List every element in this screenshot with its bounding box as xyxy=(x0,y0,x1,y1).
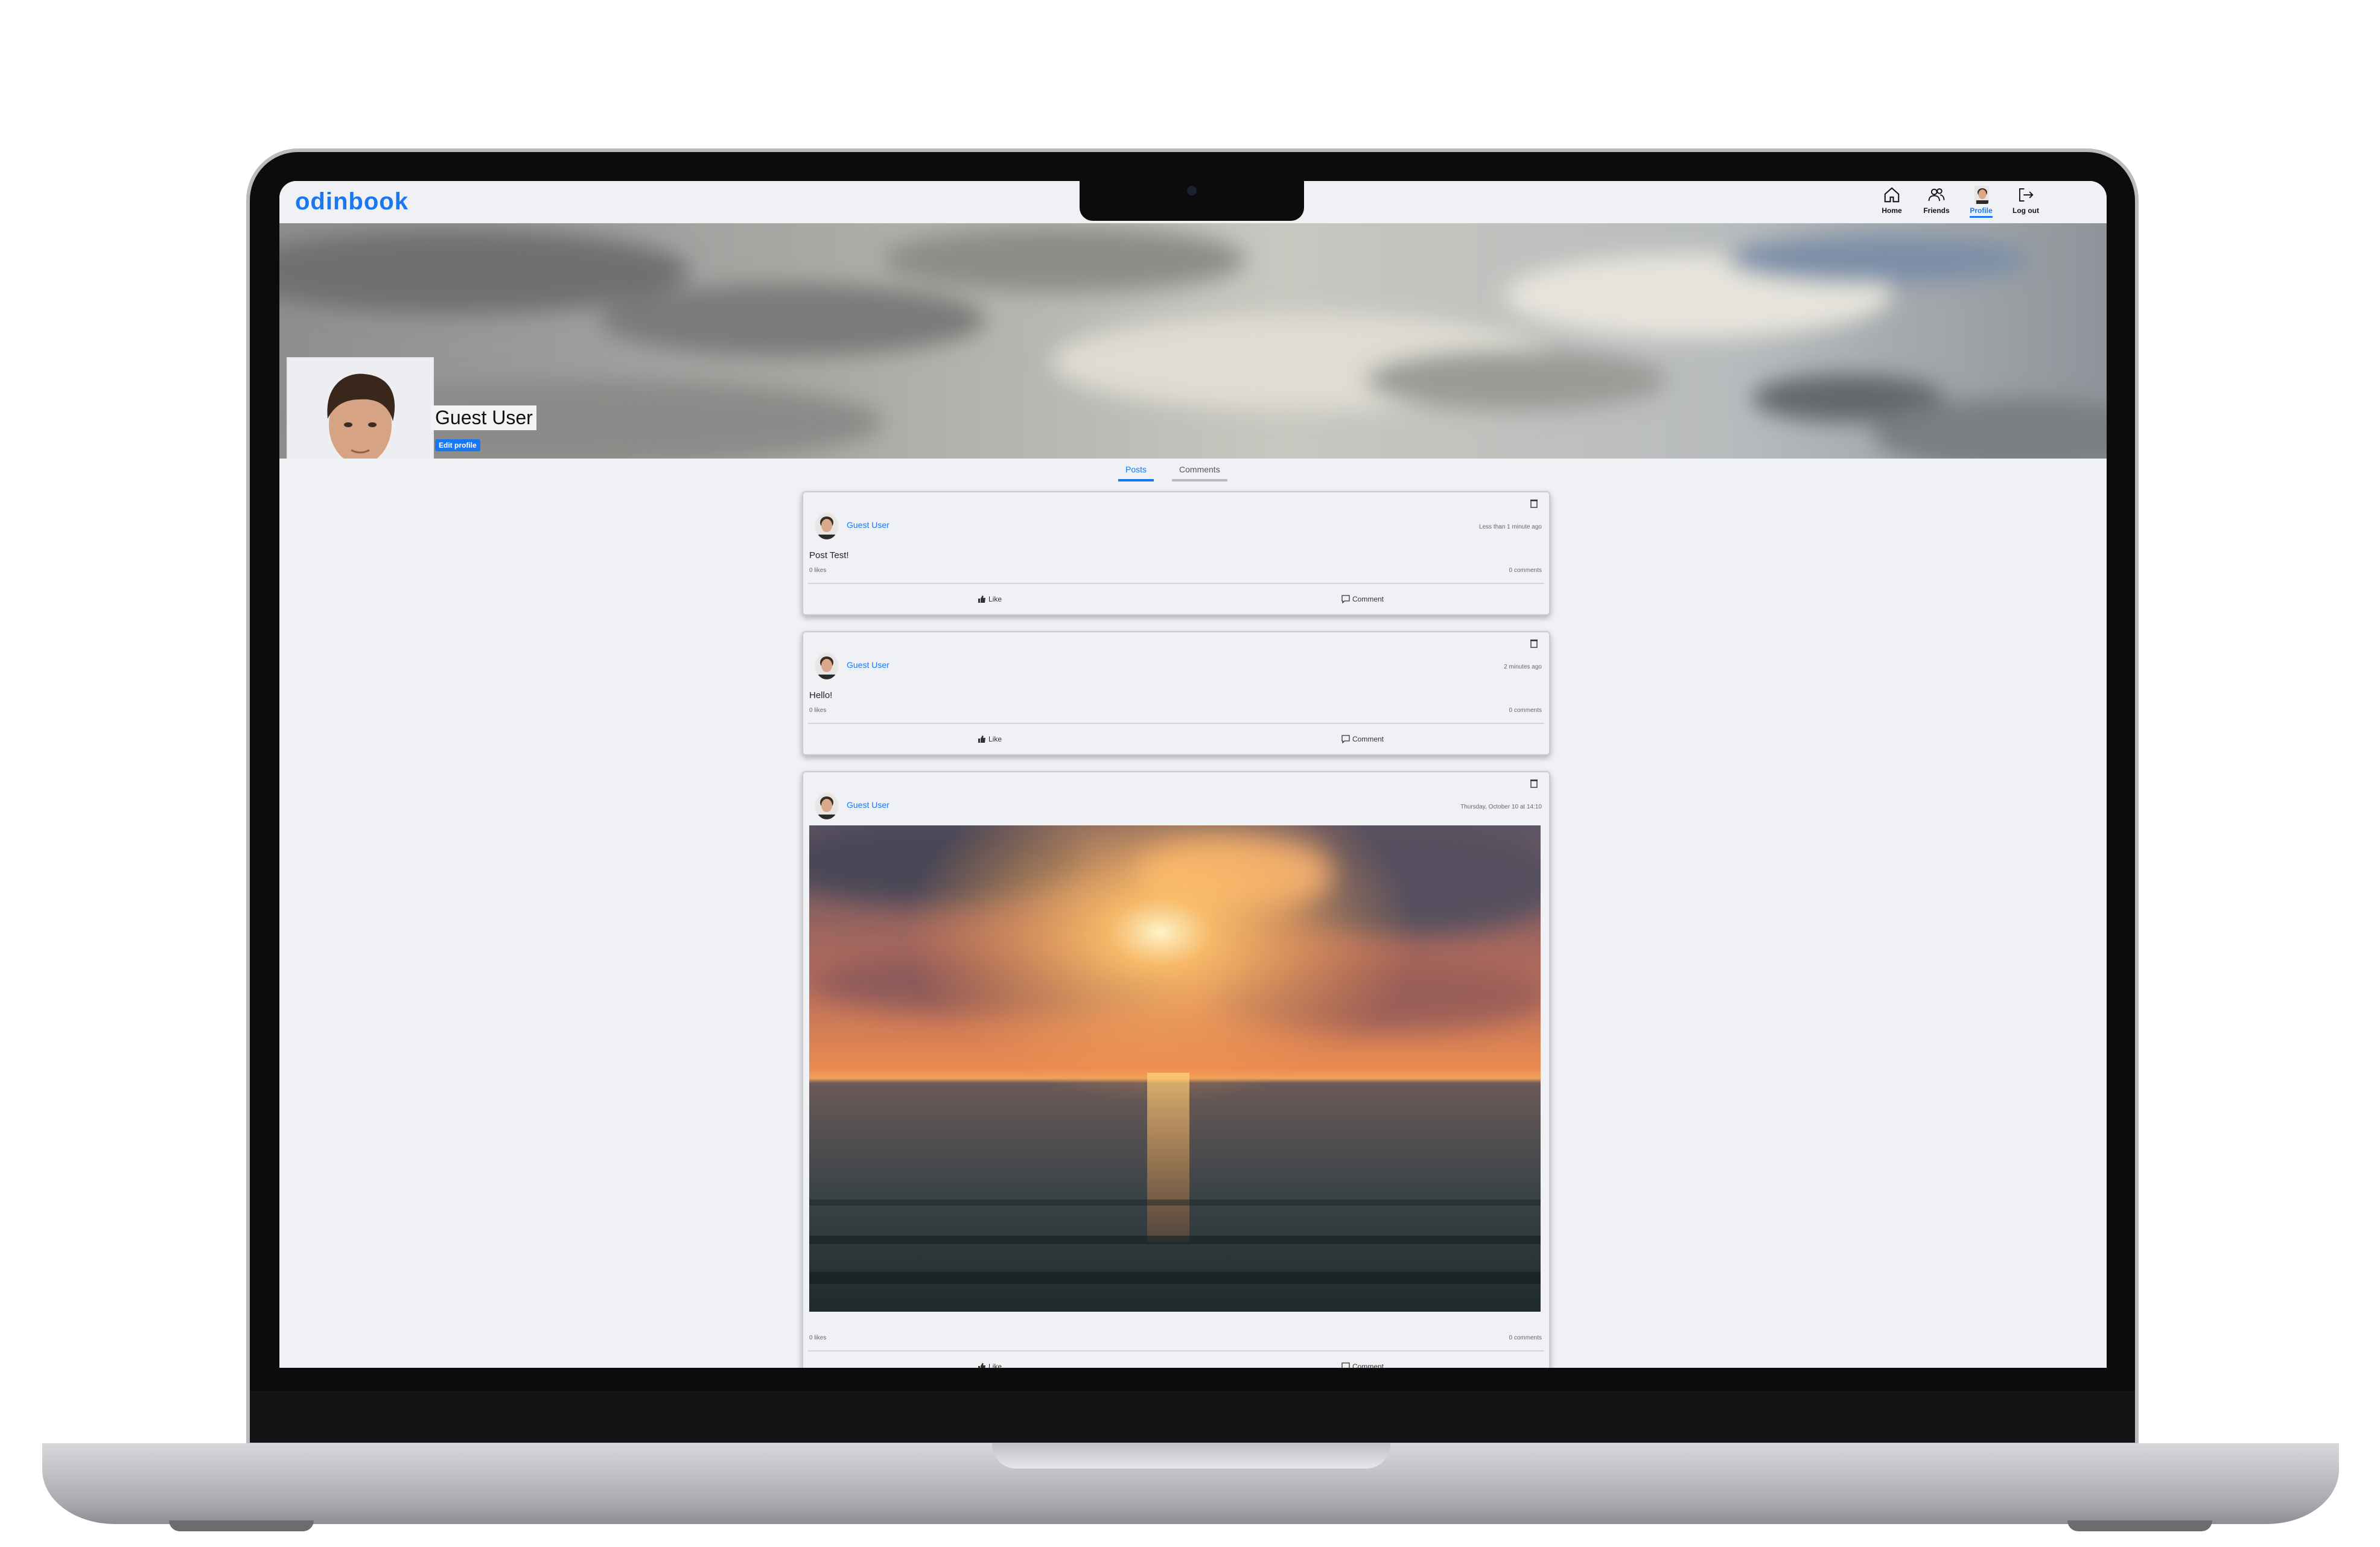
trash-icon[interactable] xyxy=(1530,778,1538,788)
post-comment-count: 0 comments xyxy=(1509,567,1542,574)
trash-icon[interactable] xyxy=(1530,498,1538,508)
comment-label: Comment xyxy=(1352,735,1384,743)
post-divider xyxy=(808,723,1544,724)
post-card: Guest User Less than 1 minute ago Post T… xyxy=(802,491,1550,615)
post-author-avatar[interactable] xyxy=(815,653,838,679)
like-button[interactable]: Like xyxy=(803,735,1176,743)
post-timestamp: Less than 1 minute ago xyxy=(1479,524,1542,530)
profile-name: Guest User xyxy=(431,405,536,430)
like-label: Like xyxy=(988,595,1002,603)
post-divider xyxy=(808,1350,1544,1352)
screen: odinbook Home Friends Profile Log out Gu… xyxy=(279,181,2107,1368)
nav-friends-label: Friends xyxy=(1923,206,1950,215)
like-label: Like xyxy=(988,1362,1002,1368)
profile-tabs: Posts Comments xyxy=(1118,462,1227,481)
post-actions: Like Comment xyxy=(803,595,1549,603)
comment-icon xyxy=(1341,735,1350,743)
nav-profile-label: Profile xyxy=(1970,206,1993,218)
camera-icon xyxy=(1187,186,1197,195)
comment-label: Comment xyxy=(1352,595,1384,603)
nav-home[interactable]: Home xyxy=(1877,186,1906,218)
like-label: Like xyxy=(988,735,1002,743)
post-author-name[interactable]: Guest User xyxy=(847,660,889,670)
laptop-foot-left xyxy=(169,1520,314,1531)
post-timestamp: 2 minutes ago xyxy=(1504,664,1542,670)
comment-icon xyxy=(1341,1362,1350,1368)
comment-label: Comment xyxy=(1352,1362,1384,1368)
nav-items: Home Friends Profile Log out xyxy=(1877,186,2040,218)
post-image[interactable] xyxy=(809,825,1541,1312)
like-button[interactable]: Like xyxy=(803,1362,1176,1368)
post-author-name[interactable]: Guest User xyxy=(847,520,889,530)
comment-button[interactable]: Comment xyxy=(1176,595,1549,603)
comment-icon xyxy=(1341,595,1350,603)
tab-posts[interactable]: Posts xyxy=(1118,462,1154,481)
post-actions: Like Comment xyxy=(803,735,1549,743)
home-icon xyxy=(1884,187,1900,203)
post-text: Hello! xyxy=(809,690,833,700)
logout-icon xyxy=(2019,188,2034,202)
comment-button[interactable]: Comment xyxy=(1176,735,1549,743)
post-text: Post Test! xyxy=(809,550,849,561)
post-like-count: 0 likes xyxy=(809,567,827,574)
post-comment-count: 0 comments xyxy=(1509,707,1542,714)
profile-picture[interactable] xyxy=(287,357,434,459)
laptop-foot-right xyxy=(2067,1520,2212,1531)
post-stats: 0 likes 0 comments xyxy=(809,707,1542,714)
post-comment-count: 0 comments xyxy=(1509,1335,1542,1341)
post-card: Guest User Thursday, October 10 at 14:10 xyxy=(802,771,1550,1368)
nav-home-label: Home xyxy=(1882,206,1902,215)
post-actions: Like Comment xyxy=(803,1362,1549,1368)
post-author-avatar[interactable] xyxy=(815,513,838,539)
logo[interactable]: odinbook xyxy=(295,188,409,215)
post-divider xyxy=(808,583,1544,584)
nav-profile[interactable]: Profile xyxy=(1967,186,1996,218)
friends-icon xyxy=(1928,188,1945,202)
nav-logout-label: Log out xyxy=(2012,206,2039,215)
edit-profile-button[interactable]: Edit profile xyxy=(435,439,480,451)
post-card: Guest User 2 minutes ago Hello! 0 likes … xyxy=(802,631,1550,755)
thumbs-up-icon xyxy=(978,596,985,603)
comment-button[interactable]: Comment xyxy=(1176,1362,1549,1368)
nav-friends[interactable]: Friends xyxy=(1922,186,1951,218)
thumbs-up-icon xyxy=(978,735,985,743)
post-timestamp: Thursday, October 10 at 14:10 xyxy=(1460,804,1542,810)
post-stats: 0 likes 0 comments xyxy=(809,1335,1542,1341)
like-button[interactable]: Like xyxy=(803,595,1176,603)
tab-comments[interactable]: Comments xyxy=(1172,462,1227,481)
laptop-opening-notch xyxy=(992,1443,1390,1469)
post-author-name[interactable]: Guest User xyxy=(847,800,889,810)
cover-photo: Guest User Edit profile xyxy=(279,223,2107,459)
post-like-count: 0 likes xyxy=(809,707,827,714)
nav-logout[interactable]: Log out xyxy=(2011,186,2040,218)
post-stats: 0 likes 0 comments xyxy=(809,567,1542,574)
trash-icon[interactable] xyxy=(1530,638,1538,648)
avatar xyxy=(1973,186,1989,204)
thumbs-up-icon xyxy=(978,1363,985,1368)
post-author-avatar[interactable] xyxy=(815,793,838,819)
laptop-chin xyxy=(250,1391,2135,1443)
post-like-count: 0 likes xyxy=(809,1335,827,1341)
camera-notch xyxy=(1080,181,1304,221)
